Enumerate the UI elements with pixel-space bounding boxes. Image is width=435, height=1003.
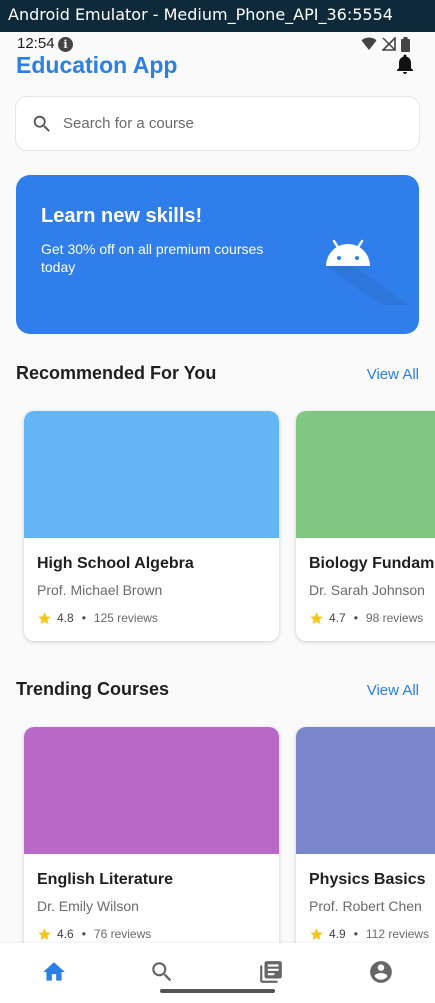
- gesture-home-bar[interactable]: [160, 989, 275, 993]
- course-reviews: 112 reviews: [365, 927, 430, 941]
- search-icon[interactable]: [149, 959, 175, 985]
- course-card-high-school-algebra[interactable]: High School Algebra Prof. Michael Brown …: [24, 411, 279, 641]
- search-icon: [33, 115, 50, 132]
- course-rating: 4.7: [329, 611, 346, 625]
- star-icon: [38, 927, 51, 940]
- meta-separator: •: [353, 927, 358, 941]
- course-title: English Literature: [37, 871, 174, 888]
- course-meta: 4.7 • 98 reviews: [309, 610, 423, 626]
- course-title: Physics Basics: [309, 871, 426, 888]
- bell-icon[interactable]: [393, 52, 417, 76]
- course-meta: 4.8 • 125 reviews: [37, 610, 158, 626]
- search-input[interactable]: Search for a course: [15, 96, 420, 151]
- promo-banner[interactable]: Learn new skills! Get 30% off on all pre…: [16, 175, 419, 334]
- star-icon: [310, 927, 323, 940]
- star-icon: [38, 611, 51, 624]
- wifi-icon: [361, 37, 377, 50]
- info-icon: i: [58, 37, 73, 52]
- course-reviews: 76 reviews: [93, 927, 152, 941]
- banner-subtitle: Get 30% off on all premium courses today: [41, 241, 264, 275]
- course-reviews: 125 reviews: [93, 611, 158, 625]
- course-title: Biology Fundame: [309, 555, 435, 572]
- meta-separator: •: [81, 611, 86, 625]
- banner-title: Learn new skills!: [41, 205, 203, 227]
- course-thumbnail: [24, 727, 279, 854]
- status-time: 12:54: [17, 35, 55, 52]
- account-icon[interactable]: [368, 959, 394, 985]
- course-author: Prof. Robert Chen: [309, 898, 422, 914]
- system-icons: [361, 36, 410, 52]
- recommended-view-all-link[interactable]: View All: [367, 366, 419, 383]
- course-author: Dr. Emily Wilson: [37, 898, 139, 914]
- app-title: Education App: [16, 52, 178, 78]
- course-rating: 4.8: [57, 611, 74, 625]
- bottom-navigation: [0, 943, 435, 1003]
- meta-separator: •: [81, 927, 86, 941]
- course-author: Dr. Sarah Johnson: [309, 582, 425, 598]
- course-card-english-literature[interactable]: English Literature Dr. Emily Wilson 4.6 …: [24, 727, 279, 957]
- course-rating: 4.6: [57, 927, 74, 941]
- course-rating: 4.9: [329, 927, 346, 941]
- trending-section-title: Trending Courses: [16, 679, 170, 699]
- signal-icon: [382, 37, 396, 51]
- star-icon: [310, 611, 323, 624]
- course-card-biology-fundamentals[interactable]: Biology Fundame Dr. Sarah Johnson 4.7 • …: [296, 411, 435, 641]
- course-thumbnail: [24, 411, 279, 538]
- course-title: High School Algebra: [37, 555, 194, 572]
- home-icon[interactable]: [41, 959, 67, 985]
- phone-screen: 12:54 i Education App Search for a cours…: [0, 32, 435, 1003]
- course-thumbnail: [296, 411, 435, 538]
- course-meta: 4.6 • 76 reviews: [37, 926, 151, 942]
- course-card-physics-basics[interactable]: Physics Basics Prof. Robert Chen 4.9 • 1…: [296, 727, 435, 957]
- course-meta: 4.9 • 112 reviews: [309, 926, 429, 942]
- library-books-icon[interactable]: [258, 959, 284, 985]
- recommended-section-title: Recommended For You: [16, 363, 217, 383]
- trending-view-all-link[interactable]: View All: [367, 682, 419, 699]
- meta-separator: •: [353, 611, 358, 625]
- course-author: Prof. Michael Brown: [37, 582, 163, 598]
- search-placeholder: Search for a course: [63, 115, 194, 132]
- android-icon: [326, 239, 409, 305]
- battery-icon: [401, 36, 410, 52]
- course-reviews: 98 reviews: [365, 611, 424, 625]
- course-thumbnail: [296, 727, 435, 854]
- emulator-window-title: Android Emulator - Medium_Phone_API_36:5…: [0, 0, 435, 32]
